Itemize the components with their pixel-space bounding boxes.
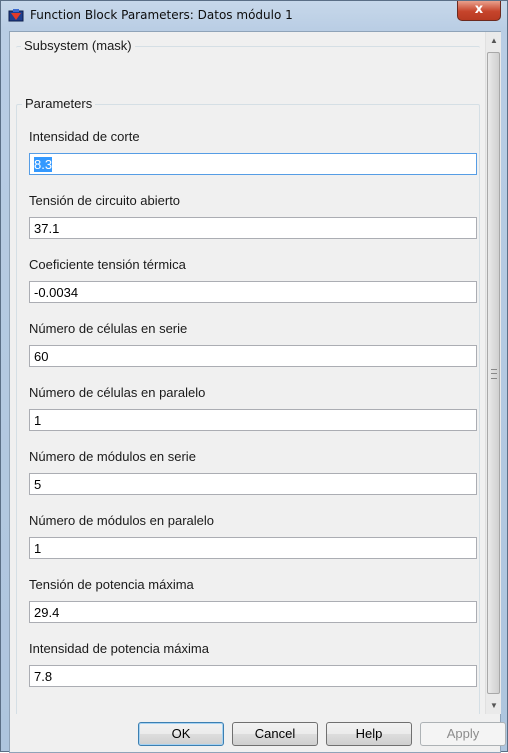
field-label: Tensión de potencia máxima bbox=[29, 577, 194, 592]
field-label: Número de células en serie bbox=[29, 321, 188, 336]
field-label: Intensidad de potencia máxima bbox=[29, 641, 209, 656]
window-title: Function Block Parameters: Datos módulo … bbox=[30, 8, 293, 22]
close-button[interactable]: x bbox=[457, 1, 501, 21]
modulos-serie-input[interactable]: 5 bbox=[29, 473, 477, 495]
title-bar[interactable]: Function Block Parameters: Datos módulo … bbox=[1, 1, 507, 31]
field-label: Número de módulos en paralelo bbox=[29, 513, 214, 528]
tension-potencia-maxima-input[interactable]: 29.4 bbox=[29, 601, 477, 623]
vertical-scrollbar[interactable]: ▲ ▼ bbox=[485, 32, 501, 714]
coeficiente-tension-termica-input[interactable]: -0.0034 bbox=[29, 281, 477, 303]
celulas-serie-input[interactable]: 60 bbox=[29, 345, 477, 367]
dialog-button-row: OK Cancel Help Apply bbox=[10, 718, 506, 752]
scrollbar-thumb[interactable] bbox=[487, 52, 500, 694]
subsystem-mask-legend: Subsystem (mask) bbox=[21, 38, 135, 53]
intensidad-de-corte-input[interactable]: 8.3 bbox=[29, 153, 477, 175]
scroll-down-arrow-icon[interactable]: ▼ bbox=[486, 697, 502, 714]
intensidad-potencia-maxima-input[interactable]: 7.8 bbox=[29, 665, 477, 687]
selected-text: 8.3 bbox=[34, 157, 53, 172]
dialog-client-area: Subsystem (mask) Parameters Intensidad d… bbox=[9, 31, 506, 753]
simulink-block-icon bbox=[8, 9, 24, 22]
grip-icon bbox=[491, 369, 497, 379]
modulos-paralelo-input[interactable]: 1 bbox=[29, 537, 477, 559]
scroll-up-arrow-icon[interactable]: ▲ bbox=[486, 32, 502, 49]
parameters-legend: Parameters bbox=[22, 96, 96, 111]
cancel-button[interactable]: Cancel bbox=[232, 722, 318, 746]
field-label: Número de módulos en serie bbox=[29, 449, 196, 464]
parameters-group: Parameters Intensidad de corte 8.3 Tensi… bbox=[16, 96, 480, 714]
apply-button[interactable]: Apply bbox=[420, 722, 506, 746]
dialog-window: Function Block Parameters: Datos módulo … bbox=[0, 0, 508, 753]
tension-circuito-abierto-input[interactable]: 37.1 bbox=[29, 217, 477, 239]
field-label: Tensión de circuito abierto bbox=[29, 193, 181, 208]
ok-button[interactable]: OK bbox=[138, 722, 224, 746]
field-label: Número de células en paralelo bbox=[29, 385, 206, 400]
field-label: Intensidad de corte bbox=[29, 129, 140, 144]
help-button[interactable]: Help bbox=[326, 722, 412, 746]
subsystem-mask-group: Subsystem (mask) bbox=[16, 38, 480, 64]
celulas-paralelo-input[interactable]: 1 bbox=[29, 409, 477, 431]
parameters-scroll-area: Subsystem (mask) Parameters Intensidad d… bbox=[10, 32, 485, 714]
field-label: Coeficiente tensión térmica bbox=[29, 257, 186, 272]
